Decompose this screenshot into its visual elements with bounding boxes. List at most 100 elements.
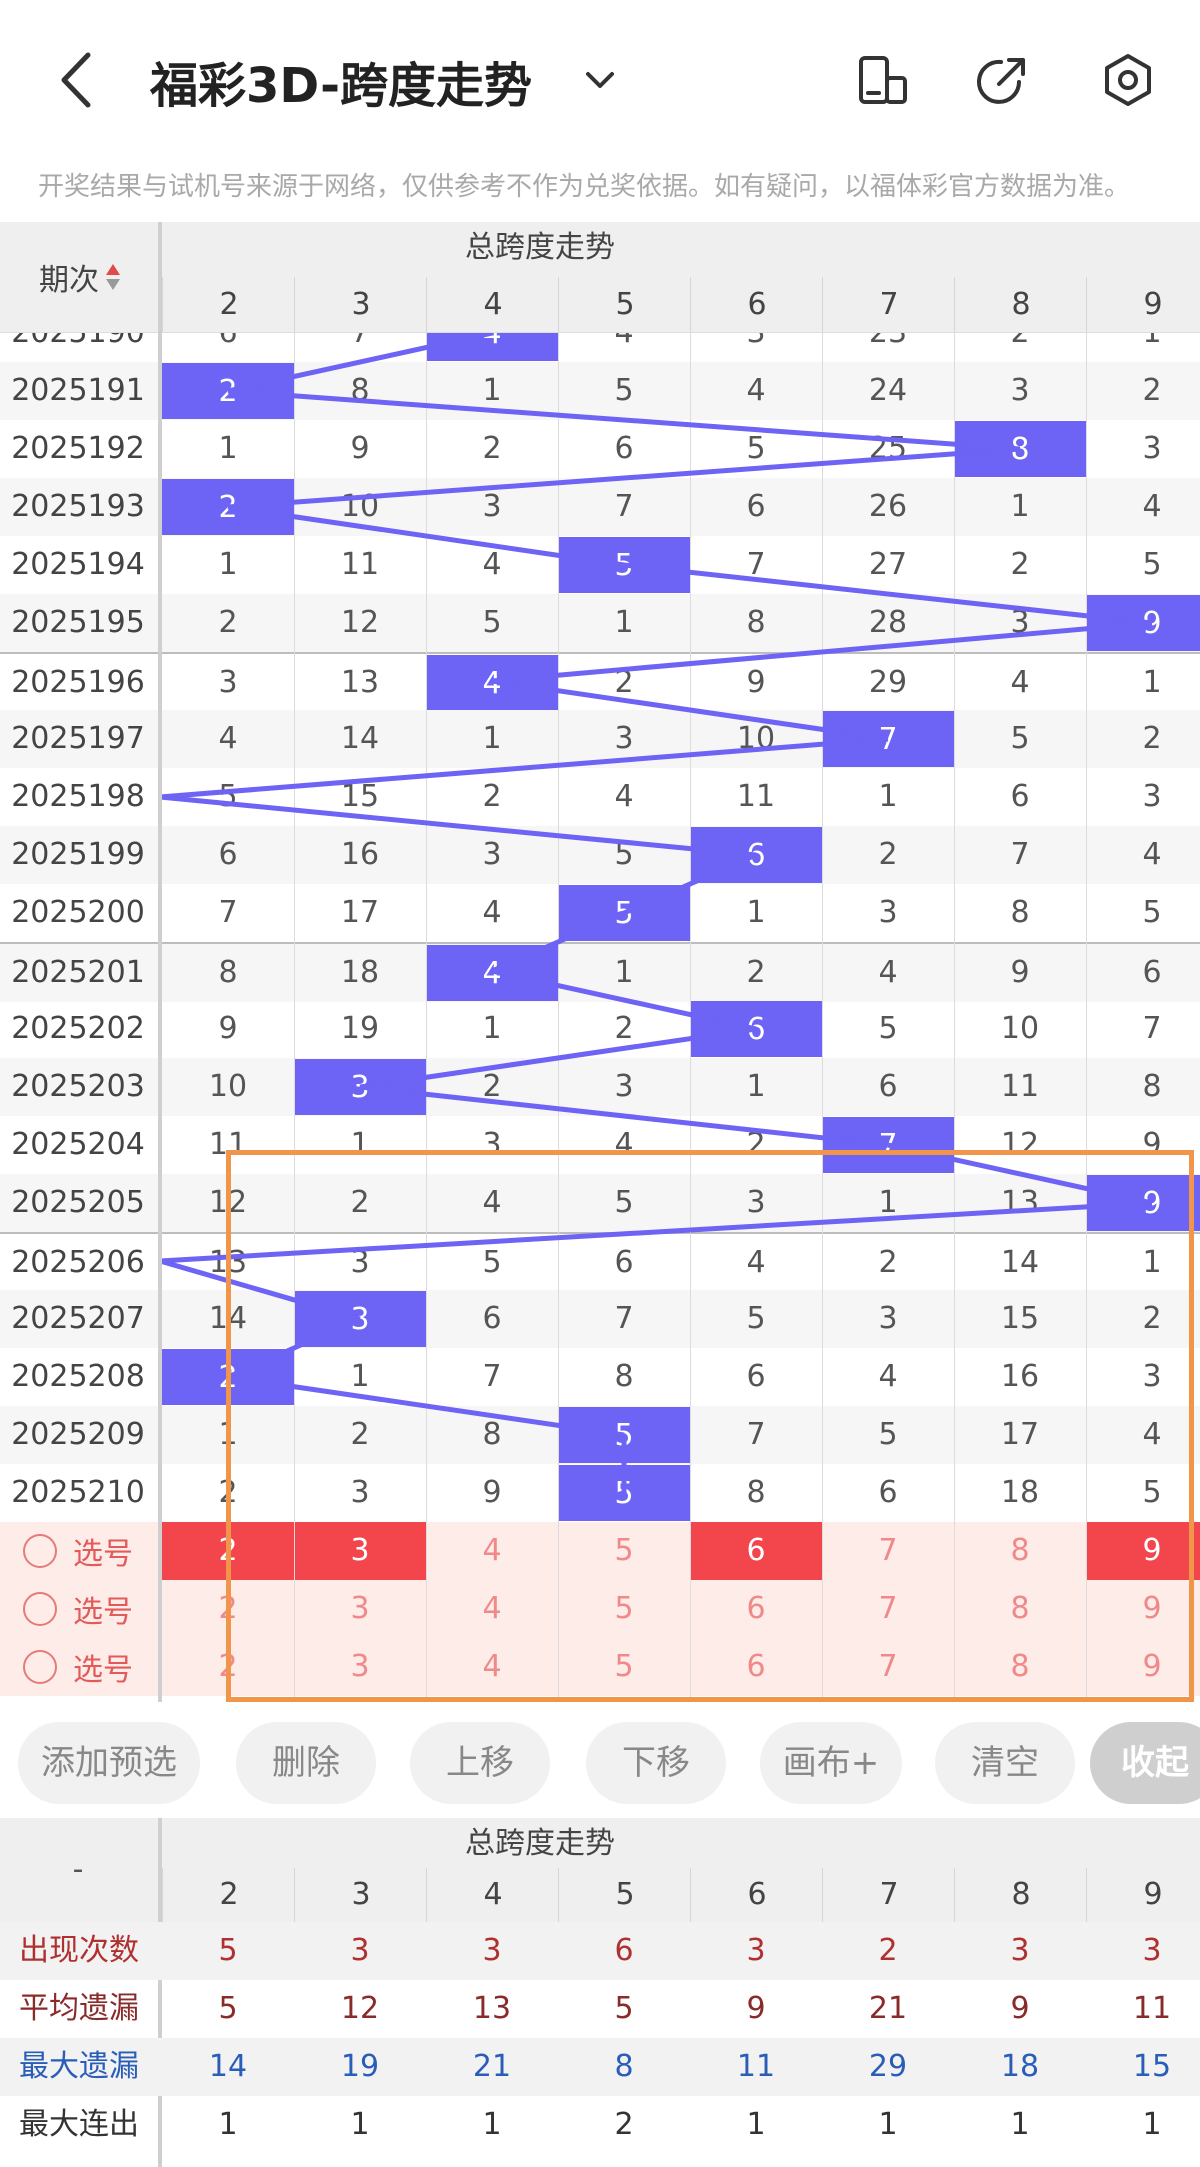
select-number-5[interactable]: 5 [558, 1522, 690, 1580]
table-row: 2025206 13 3 5 6 4 2 14 1 [0, 1232, 1200, 1292]
settings-icon[interactable] [1100, 52, 1156, 108]
stats-cell: 18 [1000, 2049, 1040, 2084]
move-down-button[interactable]: 下移 [586, 1722, 726, 1804]
miss-cell: 3 [878, 1301, 898, 1336]
period-column-header[interactable]: 期次 [0, 222, 160, 332]
miss-cell: 1 [218, 1417, 238, 1452]
select-number-2[interactable]: 2 [162, 1580, 294, 1638]
select-number-7[interactable]: 7 [822, 1580, 954, 1638]
select-row-label[interactable]: 选号 [0, 1522, 156, 1580]
circle-icon[interactable] [23, 1650, 57, 1684]
circle-icon[interactable] [23, 1534, 57, 1568]
table-row: 2025203 10 3 2 3 1 6 11 8 [0, 1058, 1200, 1116]
select-number-4[interactable]: 4 [426, 1580, 558, 1638]
miss-cell: 3 [218, 665, 238, 700]
stats-row: 最大连出 1 1 1 2 1 1 1 1 [0, 2096, 1200, 2154]
share-icon[interactable] [975, 52, 1031, 108]
miss-cell: 2 [482, 779, 502, 814]
stats-cell: 11 [1132, 1991, 1172, 2026]
miss-cell: 5 [1142, 895, 1162, 930]
miss-cell: 1 [1142, 665, 1162, 700]
select-number-6[interactable]: 6 [690, 1522, 822, 1580]
select-number-2[interactable]: 2 [162, 1522, 294, 1580]
miss-cell: 1 [746, 1069, 766, 1104]
miss-cell: 9 [1142, 1127, 1162, 1162]
period-label: 2025209 [11, 1417, 145, 1452]
miss-cell: 8 [1010, 895, 1030, 930]
miss-cell: 5 [746, 1301, 766, 1336]
select-number-3[interactable]: 3 [294, 1522, 426, 1580]
trend-table-header: 期次 总跨度走势 23456789 [0, 222, 1200, 333]
select-row-label[interactable]: 选号 [0, 1638, 156, 1696]
miss-cell: 10 [1000, 1011, 1040, 1046]
miss-cell: 1 [482, 721, 502, 756]
table-row: 2025194 1 11 4 5 7 27 2 5 [0, 536, 1200, 594]
select-number-9[interactable]: 9 [1086, 1522, 1200, 1580]
miss-cell: 12 [208, 1185, 248, 1220]
select-row[interactable]: 选号 2 3 4 5 6 7 8 9 [0, 1638, 1200, 1696]
sort-icon[interactable] [105, 262, 121, 292]
miss-cell: 3 [614, 1069, 634, 1104]
select-row[interactable]: 选号 2 3 4 5 6 7 8 9 [0, 1580, 1200, 1638]
miss-cell: 4 [614, 332, 634, 350]
circle-icon[interactable] [23, 1592, 57, 1626]
select-number-3[interactable]: 3 [294, 1638, 426, 1696]
miss-cell: 3 [878, 895, 898, 930]
add-preselect-button[interactable]: 添加预选 [18, 1722, 200, 1804]
column-header-9: 9 [1086, 277, 1200, 332]
select-row[interactable]: 选号 2 3 4 5 6 7 8 9 [0, 1522, 1200, 1580]
select-number-4[interactable]: 4 [426, 1522, 558, 1580]
miss-cell: 23 [868, 332, 908, 350]
select-number-9[interactable]: 9 [1086, 1580, 1200, 1638]
miss-cell: 8 [614, 1359, 634, 1394]
canvas-plus-button[interactable]: 画布+ [760, 1722, 902, 1804]
select-number-4[interactable]: 4 [426, 1638, 558, 1696]
miss-cell: 1 [1142, 1245, 1162, 1280]
stats-column-header-6: 6 [690, 1868, 823, 1922]
miss-cell: 2 [1142, 373, 1162, 408]
select-number-7[interactable]: 7 [822, 1638, 954, 1696]
period-label: 2025196 [11, 665, 145, 700]
select-number-2[interactable]: 2 [162, 1638, 294, 1696]
miss-cell: 5 [1142, 1475, 1162, 1510]
miss-cell: 10 [736, 721, 776, 756]
collapse-button[interactable]: 收起 [1090, 1722, 1200, 1804]
clear-button[interactable]: 清空 [935, 1722, 1075, 1804]
stats-column-header-4: 4 [426, 1868, 559, 1922]
stats-cell: 15 [1132, 2049, 1172, 2084]
device-rotate-icon[interactable] [855, 52, 911, 108]
miss-cell: 2 [746, 955, 766, 990]
miss-cell: 5 [614, 1185, 634, 1220]
select-number-7[interactable]: 7 [822, 1522, 954, 1580]
stats-cell: 1 [746, 2107, 766, 2142]
miss-cell: 5 [614, 373, 634, 408]
miss-cell: 11 [208, 1127, 248, 1162]
move-up-button[interactable]: 上移 [410, 1722, 550, 1804]
miss-cell: 3 [1010, 373, 1030, 408]
grid-line [558, 332, 559, 1702]
miss-cell: 9 [482, 1475, 502, 1510]
miss-cell: 2 [614, 665, 634, 700]
stats-row-label: 平均遗漏 [19, 1991, 139, 2026]
trend-table-body[interactable]: 2025190 6 7 4 4 3 23 2 1 2025191 2 8 1 5 4 24 3 2 2025192 1… [0, 332, 1200, 1702]
select-number-6[interactable]: 6 [690, 1638, 822, 1696]
delete-button[interactable]: 删除 [236, 1722, 376, 1804]
trend-table[interactable]: 2025190 6 7 4 4 3 23 2 1 2025191 2 8 1 5 4 24 3 2 2025192 1… [0, 222, 1200, 1702]
miss-cell: 1 [878, 779, 898, 814]
select-number-3[interactable]: 3 [294, 1580, 426, 1638]
select-number-6[interactable]: 6 [690, 1580, 822, 1638]
select-number-8[interactable]: 8 [954, 1638, 1086, 1696]
chevron-down-icon[interactable] [580, 60, 620, 100]
stats-cell: 1 [350, 2107, 370, 2142]
select-number-8[interactable]: 8 [954, 1580, 1086, 1638]
miss-cell: 5 [1010, 721, 1030, 756]
select-number-5[interactable]: 5 [558, 1638, 690, 1696]
select-number-8[interactable]: 8 [954, 1522, 1086, 1580]
miss-cell: 17 [1000, 1417, 1040, 1452]
back-arrow-icon[interactable] [50, 45, 110, 115]
select-number-5[interactable]: 5 [558, 1580, 690, 1638]
select-row-label[interactable]: 选号 [0, 1580, 156, 1638]
select-number-9[interactable]: 9 [1086, 1638, 1200, 1696]
column-header-8: 8 [954, 277, 1087, 332]
miss-cell: 19 [340, 1011, 380, 1046]
